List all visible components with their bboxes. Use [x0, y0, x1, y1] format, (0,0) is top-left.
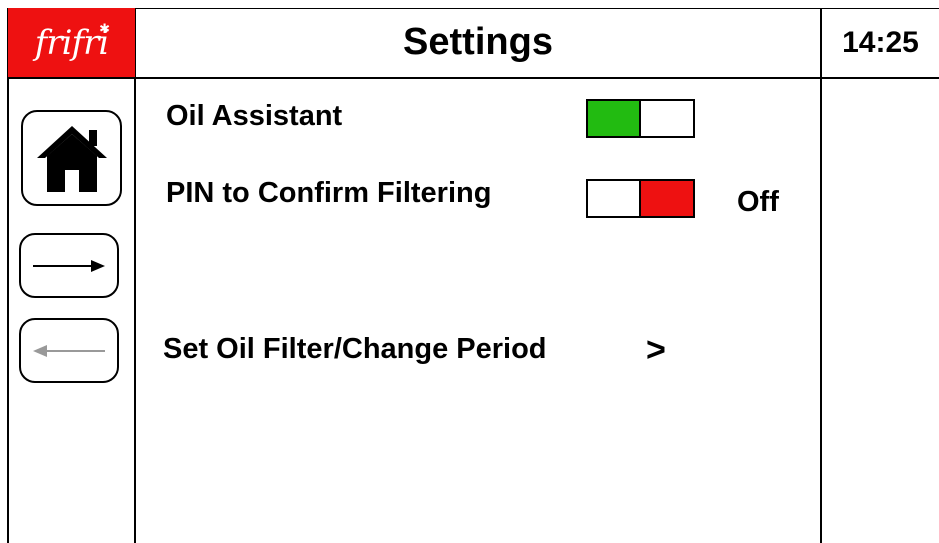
toggle-off-segment [640, 181, 693, 216]
screen: frifri ✱ Settings 14:25 Oil Assistant PI… [0, 0, 939, 543]
toggle-off-segment [640, 101, 693, 136]
pin-confirm-state: Off [737, 186, 779, 218]
back-button[interactable] [19, 318, 119, 383]
home-icon [36, 126, 107, 192]
oil-assistant-label: Oil Assistant [166, 100, 343, 132]
oil-assistant-toggle[interactable] [586, 99, 695, 138]
header-divider [8, 77, 939, 79]
sidebar-divider [134, 8, 136, 543]
forward-button[interactable] [19, 233, 119, 298]
arrow-left-icon [33, 344, 105, 357]
toggle-on-segment [588, 101, 641, 136]
logo-text: frifri [34, 22, 109, 63]
right-panel-divider [820, 8, 822, 543]
pin-confirm-toggle[interactable] [586, 179, 695, 218]
logo-star-icon: ✱ [99, 22, 110, 37]
oil-period-link[interactable]: Set Oil Filter/Change Period [163, 333, 547, 366]
left-border [7, 8, 9, 543]
pin-confirm-label: PIN to Confirm Filtering [166, 177, 492, 209]
clock-display: 14:25 [842, 25, 919, 59]
arrow-right-icon [33, 259, 105, 272]
toggle-on-segment [588, 181, 641, 216]
brand-logo: frifri ✱ [8, 8, 135, 77]
page-title: Settings [403, 21, 553, 63]
home-button[interactable] [21, 110, 122, 206]
chevron-right-icon[interactable]: > [646, 331, 666, 370]
